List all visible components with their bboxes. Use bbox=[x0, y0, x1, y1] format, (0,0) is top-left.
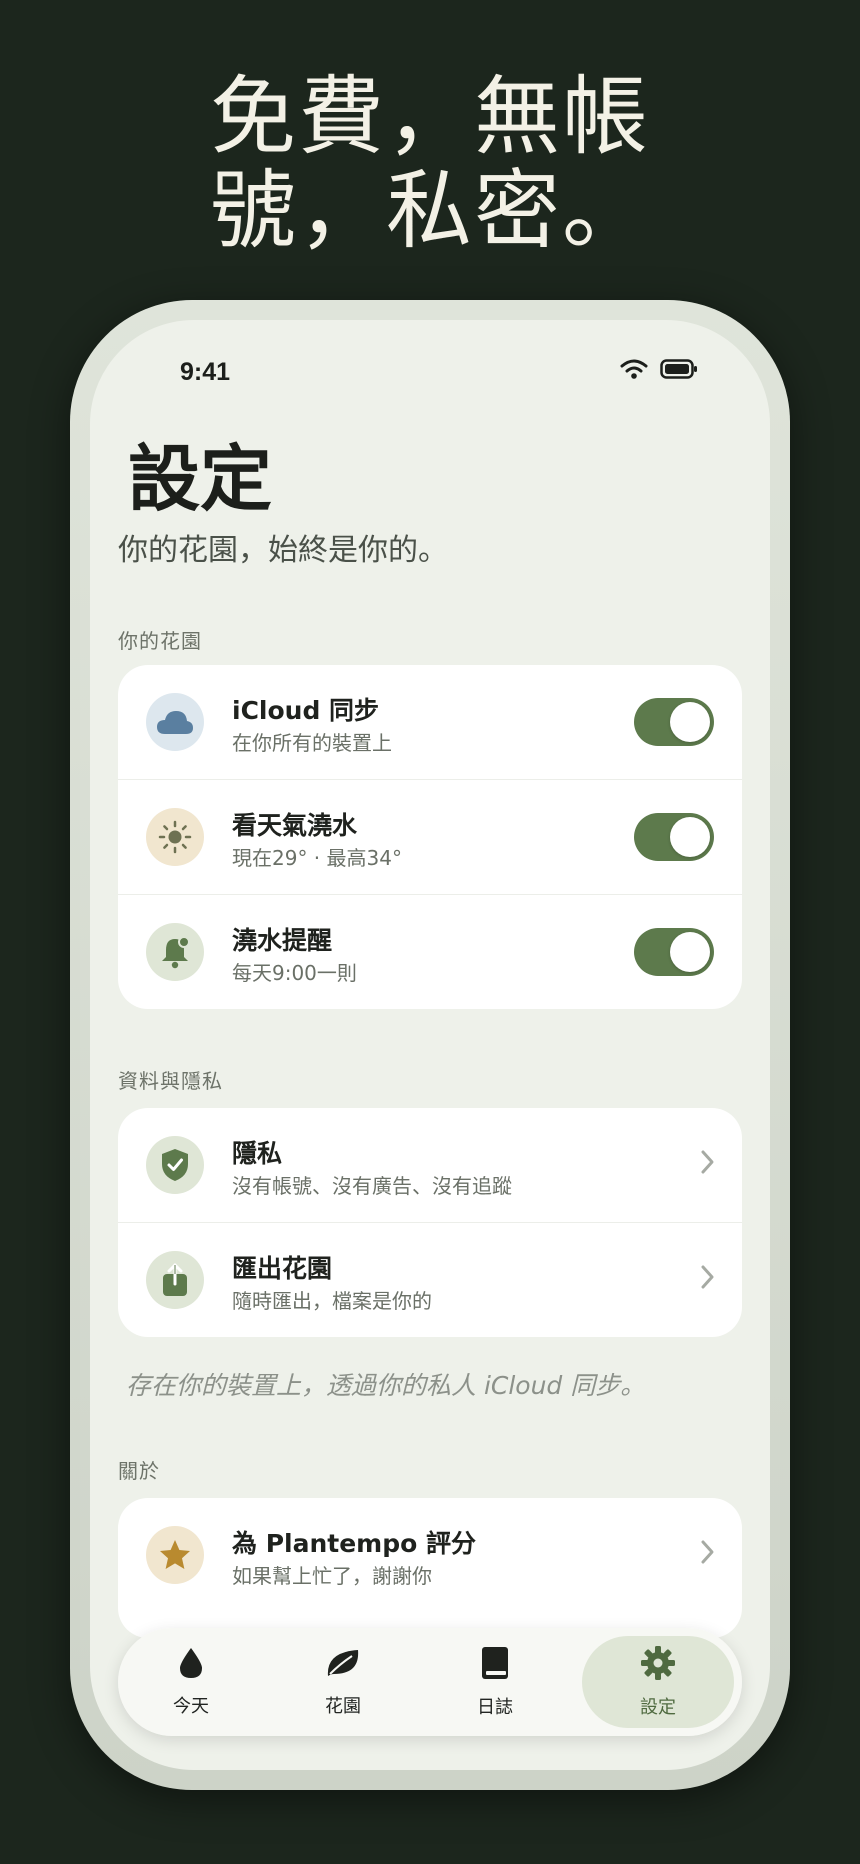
row-subtitle: 如果幫上忙了，謝謝你 bbox=[232, 1564, 432, 1588]
tab-journal[interactable]: 日誌 bbox=[422, 1628, 568, 1736]
settings-row-icloud-sync[interactable]: iCloud 同步 在你所有的裝置上 bbox=[118, 665, 742, 780]
battery-icon bbox=[660, 359, 698, 383]
tab-label: 今天 bbox=[173, 1696, 209, 1717]
settings-row-privacy[interactable]: 隱私 沒有帳號、沒有廣告、沒有追蹤 bbox=[118, 1108, 742, 1223]
row-title: 為 Plantempo 評分 bbox=[232, 1529, 476, 1558]
tab-label: 花園 bbox=[325, 1696, 361, 1717]
row-subtitle: 沒有帳號、沒有廣告、沒有追蹤 bbox=[232, 1174, 512, 1198]
status-icons bbox=[620, 358, 698, 384]
row-subtitle: 現在29° · 最高34° bbox=[232, 846, 402, 870]
row-title: 澆水提醒 bbox=[232, 926, 333, 955]
toggle-knob bbox=[670, 932, 710, 972]
share-export-icon bbox=[146, 1251, 204, 1309]
row-subtitle: 在你所有的裝置上 bbox=[232, 731, 392, 755]
weather-watering-toggle[interactable] bbox=[634, 813, 714, 861]
phone-screen: 9:41 設定 你的花園，始終是你的。 你的花園 iCloud 同步 在你所有的… bbox=[90, 320, 770, 1770]
icloud-sync-toggle[interactable] bbox=[634, 698, 714, 746]
toggle-knob bbox=[670, 817, 710, 857]
row-subtitle: 隨時匯出，檔案是你的 bbox=[232, 1289, 432, 1313]
row-title: 看天氣澆水 bbox=[232, 811, 358, 840]
drop-icon bbox=[178, 1646, 204, 1684]
row-title: iCloud 同步 bbox=[232, 696, 380, 725]
settings-row-watering-reminder[interactable]: 澆水提醒 每天9:00一則 bbox=[118, 895, 742, 1009]
page-subtitle: 你的花園，始終是你的。 bbox=[118, 533, 448, 568]
settings-card-about: 為 Plantempo 評分 如果幫上忙了，謝謝你 bbox=[118, 1498, 742, 1638]
row-title: 隱私 bbox=[232, 1139, 283, 1168]
toggle-knob bbox=[670, 702, 710, 742]
gear-icon bbox=[640, 1645, 676, 1685]
tab-label: 設定 bbox=[640, 1697, 676, 1718]
bell-icon bbox=[146, 923, 204, 981]
section-label-data-privacy: 資料與隱私 bbox=[118, 1069, 223, 1093]
wifi-icon bbox=[620, 358, 648, 384]
headline-line-1: 免費，無帳 bbox=[210, 67, 650, 167]
phone-frame: 9:41 設定 你的花園，始終是你的。 你的花園 iCloud 同步 在你所有的… bbox=[70, 300, 790, 1790]
chevron-right-icon bbox=[700, 1538, 716, 1570]
shield-check-icon bbox=[146, 1136, 204, 1194]
settings-card-garden: iCloud 同步 在你所有的裝置上 看天氣澆水 現在29° · 最高34° 澆… bbox=[118, 665, 742, 1009]
star-icon bbox=[146, 1526, 204, 1584]
headline-line-2: 號，私密。 bbox=[210, 161, 650, 261]
section-label-about: 關於 bbox=[118, 1459, 160, 1483]
settings-row-rate-app[interactable]: 為 Plantempo 評分 如果幫上忙了，謝謝你 bbox=[118, 1498, 742, 1612]
settings-card-data-privacy: 隱私 沒有帳號、沒有廣告、沒有追蹤 匯出花園 隨時匯出，檔案是你的 bbox=[118, 1108, 742, 1337]
privacy-footnote: 存在你的裝置上，透過你的私人 iCloud 同步。 bbox=[126, 1371, 646, 1400]
chevron-right-icon bbox=[700, 1148, 716, 1180]
chevron-right-icon bbox=[700, 1263, 716, 1295]
section-label-garden: 你的花園 bbox=[118, 629, 202, 653]
promo-headline: 免費，無帳 號，私密。 bbox=[0, 70, 860, 258]
row-title: 匯出花園 bbox=[232, 1254, 333, 1283]
promo-stage: 免費，無帳 號，私密。 9:41 設定 你的花園，始終是你的。 你的花園 iCl… bbox=[0, 0, 860, 1864]
row-subtitle: 每天9:00一則 bbox=[232, 961, 357, 985]
settings-row-export-garden[interactable]: 匯出花園 隨時匯出，檔案是你的 bbox=[118, 1223, 742, 1337]
book-icon bbox=[480, 1645, 510, 1685]
page-title: 設定 bbox=[128, 436, 273, 521]
settings-row-weather-watering[interactable]: 看天氣澆水 現在29° · 最高34° bbox=[118, 780, 742, 895]
leaf-icon bbox=[324, 1646, 362, 1684]
watering-reminder-toggle[interactable] bbox=[634, 928, 714, 976]
tab-bar: 今天 花園 日誌 設定 bbox=[118, 1628, 742, 1736]
tab-label: 日誌 bbox=[477, 1697, 513, 1718]
tab-today[interactable]: 今天 bbox=[118, 1628, 264, 1736]
tab-settings[interactable]: 設定 bbox=[582, 1636, 734, 1728]
tab-garden[interactable]: 花園 bbox=[270, 1628, 416, 1736]
status-time: 9:41 bbox=[180, 358, 231, 386]
sun-icon bbox=[146, 808, 204, 866]
cloud-icon bbox=[146, 693, 204, 751]
